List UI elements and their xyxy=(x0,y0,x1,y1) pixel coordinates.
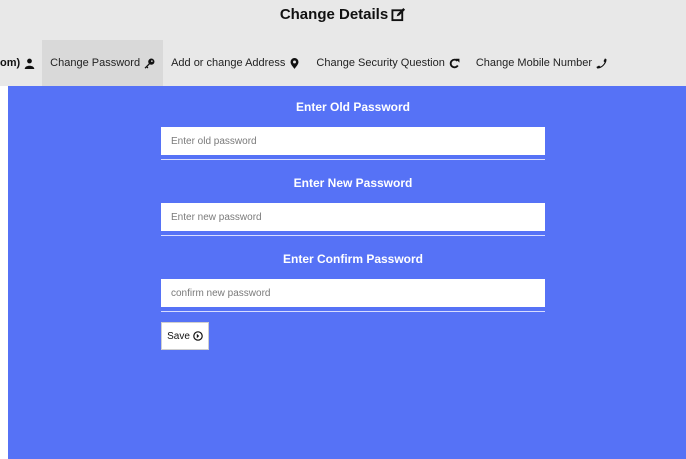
tab-mobile-number[interactable]: Change Mobile Number xyxy=(468,40,615,86)
confirm-password-divider xyxy=(161,311,545,312)
confirm-password-label: Enter Confirm Password xyxy=(282,252,424,266)
map-marker-icon xyxy=(289,57,300,69)
new-password-label: Enter New Password xyxy=(293,176,413,190)
old-password-divider xyxy=(161,159,545,160)
tab-mobile-number-label: Change Mobile Number xyxy=(475,57,593,69)
save-button[interactable]: Save xyxy=(161,322,209,350)
tab-change-password-label: Change Password xyxy=(50,57,141,69)
change-password-panel: Enter Old Password Enter New Password En… xyxy=(8,86,686,459)
tab-address-label: Add or change Address xyxy=(171,57,286,69)
circle-arrow-right-icon xyxy=(193,331,203,341)
phone-icon xyxy=(596,57,607,69)
tab-profile[interactable]: om) xyxy=(0,40,42,86)
new-password-input[interactable] xyxy=(161,203,545,231)
tab-profile-label: om) xyxy=(0,57,21,69)
tab-change-password[interactable]: Change Password xyxy=(42,40,164,86)
tab-address[interactable]: Add or change Address xyxy=(163,40,308,86)
old-password-label: Enter Old Password xyxy=(295,100,411,114)
new-password-divider xyxy=(161,235,545,236)
confirm-password-input[interactable] xyxy=(161,279,545,307)
key-icon xyxy=(144,58,155,69)
page-title: Change Details xyxy=(0,6,686,23)
page-title-text: Change Details xyxy=(279,6,389,23)
user-icon xyxy=(24,58,35,69)
settings-tabs: om) Change Password Add or change Addres… xyxy=(0,40,686,86)
tab-security-question-label: Change Security Question xyxy=(316,57,445,69)
tab-security-question[interactable]: Change Security Question xyxy=(308,40,467,86)
edit-icon xyxy=(391,7,406,22)
save-button-label: Save xyxy=(167,330,190,342)
old-password-input[interactable] xyxy=(161,127,545,155)
refresh-icon xyxy=(449,58,460,69)
